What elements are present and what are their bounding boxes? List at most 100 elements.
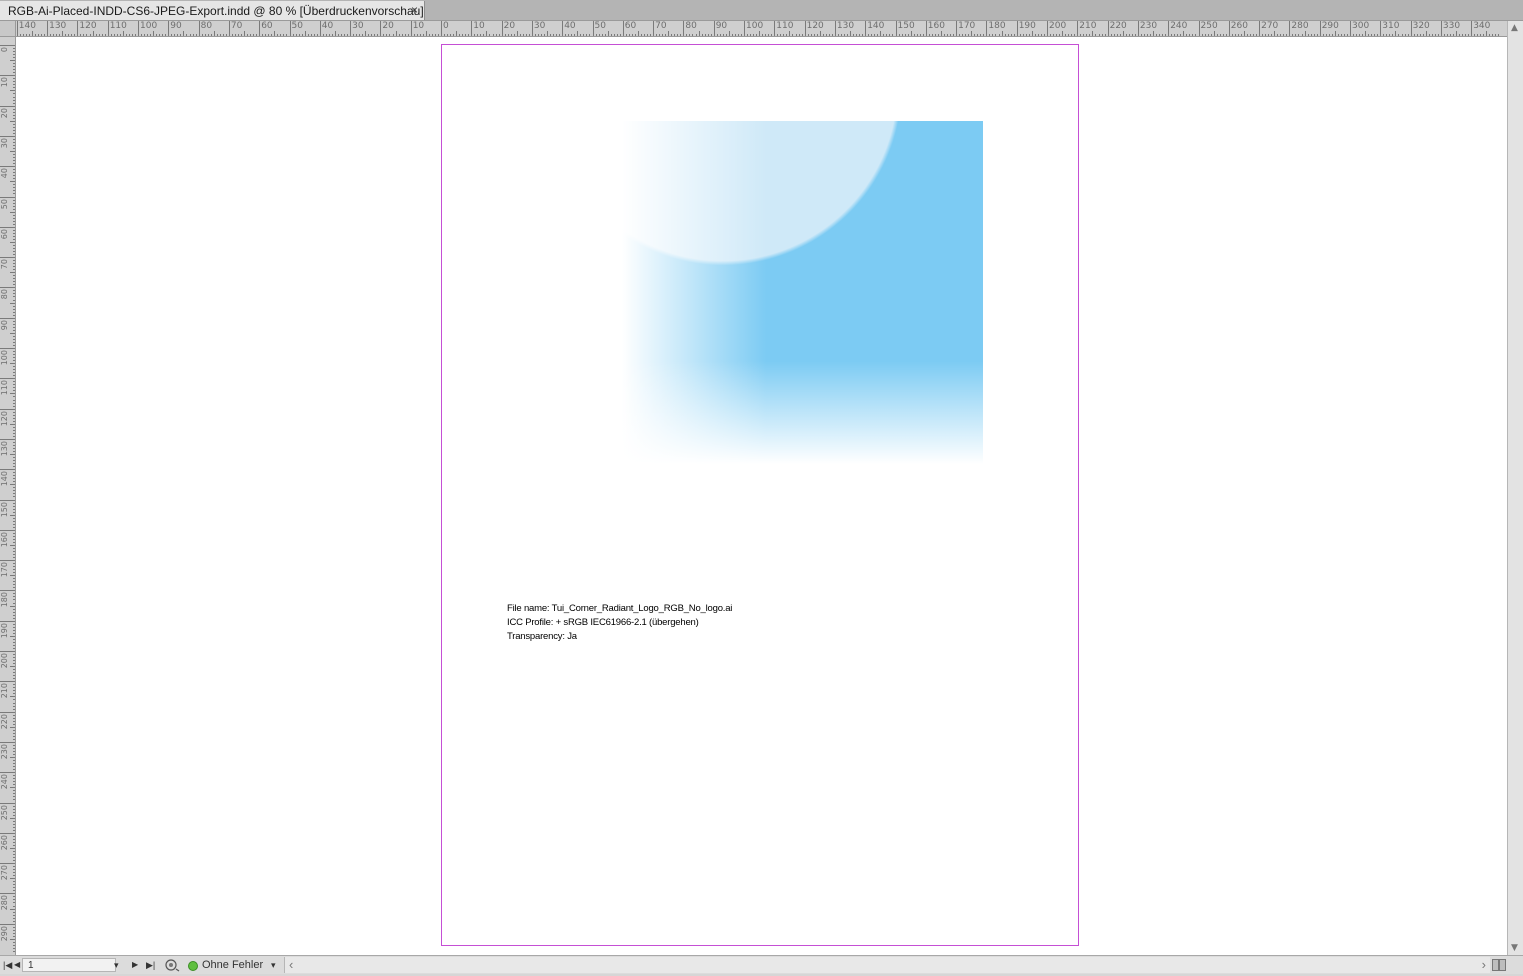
next-page-icon[interactable]: ▶ [132,958,138,972]
ruler-origin-corner[interactable] [0,21,16,37]
info-line-icc-profile: ICC Profile: + sRGB IEC61966-2.1 (überge… [507,617,699,628]
ruler-label: 110 [0,380,9,396]
status-bar: |◀ ◀ 1 ▾ ▶ ▶| Ohne Fehler ▾ ‹ › [0,955,1523,974]
ruler-label: 100 [0,350,9,366]
page-dropdown-icon[interactable]: ▾ [114,958,119,972]
ruler-major-tick [0,196,15,198]
ruler-major-tick [1410,21,1412,36]
ruler-major-tick [0,257,15,259]
ruler-major-tick [592,21,594,36]
scroll-up-icon[interactable]: ▲ [1511,23,1518,33]
ruler-label: 310 [1382,21,1400,31]
ruler-major-tick [0,135,15,137]
ruler-major-tick [350,21,352,36]
ruler-major-tick [0,923,15,925]
scroll-down-icon[interactable]: ▼ [1511,943,1518,953]
ruler-label: 110 [776,21,794,31]
ruler-major-tick [925,21,927,36]
ruler-label: 210 [1079,21,1097,31]
ruler-major-tick [501,21,503,36]
ruler-major-tick [0,105,15,107]
ruler-major-tick [319,21,321,36]
close-icon[interactable]: × [411,3,418,17]
ruler-label: 100 [746,21,764,31]
ruler-label: 180 [0,592,9,608]
ruler-major-tick [47,21,49,36]
vertical-ruler[interactable]: 0 10 20 30 40 50 60 70 80 90 100 110 120 130 140 150 160… [0,37,16,955]
ruler-label: 50 [0,198,9,209]
ruler-major-tick [0,560,15,562]
scroll-left-icon[interactable]: ‹ [289,957,293,972]
document-page[interactable]: File name: Tui_Corner_Radiant_Logo_RGB_N… [441,44,1079,946]
ruler-label: 290 [0,925,9,941]
previous-page-icon[interactable]: ◀ [14,958,20,972]
ruler-label: 320 [1412,21,1430,31]
ruler-major-tick [895,21,897,36]
ruler-label: 340 [1473,21,1491,31]
page-number-field[interactable]: 1 [22,958,116,972]
ruler-major-tick [1228,21,1230,36]
vertical-scrollbar[interactable]: ▲ ▼ [1507,21,1523,955]
file-info-text-frame[interactable]: File name: Tui_Corner_Radiant_Logo_RGB_N… [507,602,732,644]
ruler-major-tick [471,21,473,36]
ruler-label: 260 [0,834,9,851]
ruler-major-tick [168,21,170,36]
ruler-label: 220 [0,713,9,729]
ruler-label: 290 [1321,21,1339,31]
preflight-dropdown-icon[interactable]: ▾ [271,958,276,972]
ruler-label: 70 [0,259,9,270]
placed-radiant-graphic[interactable] [622,121,983,464]
ruler-label: 90 [0,319,9,330]
ruler-major-tick [1440,21,1442,36]
ruler-major-tick [956,21,958,36]
ruler-label: 260 [1230,21,1248,31]
ruler-major-tick [1168,21,1170,36]
ruler-major-tick [804,21,806,36]
preflight-options-icon[interactable] [164,958,180,972]
horizontal-scrollbar[interactable]: ‹ › [284,957,1490,973]
ruler-label: 170 [0,562,9,578]
ruler-label: 150 [897,21,915,31]
ruler-major-tick [1107,21,1109,36]
ruler-label: 130 [0,440,9,457]
ruler-major-tick [834,21,836,36]
ruler-major-tick [0,711,15,713]
ruler-major-tick [1289,21,1291,36]
ruler-label: 140 [867,21,885,31]
ruler-label: 40 [564,21,576,31]
ruler-label: 110 [109,21,127,31]
ruler-major-tick [1319,21,1321,36]
ruler-label: 120 [79,21,97,31]
ruler-label: 140 [18,21,36,31]
ruler-label: 10 [473,21,485,31]
ruler-major-tick [1380,21,1382,36]
ruler-label: 220 [1109,21,1127,31]
document-tab[interactable]: RGB-Ai-Placed-INDD-CS6-JPEG-Export.indd … [0,1,425,20]
ruler-label: 190 [1018,21,1036,31]
ruler-label: 30 [0,137,9,149]
pasteboard[interactable]: File name: Tui_Corner_Radiant_Logo_RGB_N… [16,37,1507,955]
last-page-icon[interactable]: ▶| [146,958,155,972]
preflight-status-label[interactable]: Ohne Fehler [202,958,263,972]
ruler-major-tick [0,499,15,501]
document-tab-bar: RGB-Ai-Placed-INDD-CS6-JPEG-Export.indd … [0,0,1523,21]
ruler-label: 60 [0,228,9,239]
ruler-major-tick [0,529,15,531]
ruler-label: 40 [321,21,334,31]
ruler-major-tick [653,21,655,36]
ruler-major-tick [259,21,261,36]
ruler-label: 90 [715,21,728,31]
ruler-label: 280 [0,895,9,911]
ruler-label: 70 [655,21,667,31]
ruler-label: 230 [0,743,9,760]
scroll-right-icon[interactable]: › [1482,957,1486,972]
split-layout-icon[interactable] [1492,959,1506,973]
first-page-icon[interactable]: |◀ [3,958,12,972]
ruler-label: 0 [443,21,449,31]
ruler-label: 50 [291,21,303,31]
horizontal-ruler[interactable]: 140 130 120 110 100 90 80 70 60 50 40 30 20 10 0 10 20 30… [16,21,1507,37]
ruler-major-tick [1471,21,1473,36]
ruler-major-tick [1047,21,1048,36]
document-tab-title: RGB-Ai-Placed-INDD-CS6-JPEG-Export.indd … [8,3,424,18]
ruler-major-tick [986,21,988,36]
